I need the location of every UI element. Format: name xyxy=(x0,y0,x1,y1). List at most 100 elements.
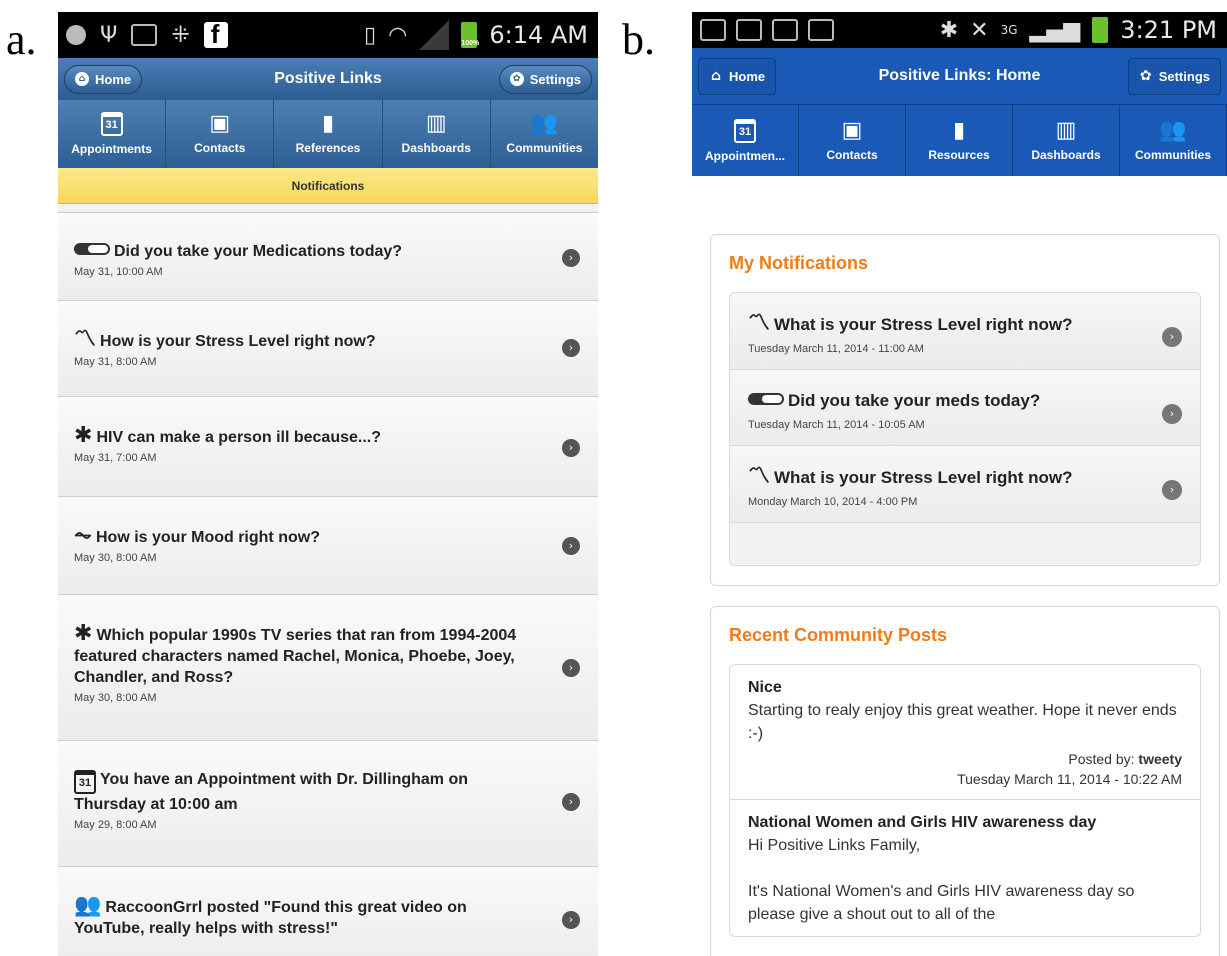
post-title: Nice xyxy=(748,679,782,696)
phone-screen-b: ✱ ✕ 3G ▂▄▆ 3:21 PM ⌂ Home Positive Links… xyxy=(692,12,1227,956)
chevron-right-icon: › xyxy=(1162,480,1182,500)
notification-list: 〽 What is your Stress Level right now? Tu… xyxy=(729,292,1201,566)
item-date: Monday March 10, 2014 - 4:00 PM xyxy=(748,496,918,508)
people-icon: 👥 xyxy=(530,111,559,136)
item-title: 👥 RaccoonGrrl posted "Found this great vi… xyxy=(74,893,467,938)
list-item[interactable]: 〽 What is your Stress Level right now? Mo… xyxy=(730,446,1200,523)
contact-card-icon: ▣ xyxy=(209,111,231,136)
tab-appointments[interactable]: 31 Appointments xyxy=(58,100,167,168)
tab-resources[interactable]: ▮ Resources xyxy=(906,105,1013,176)
link-icon xyxy=(808,19,834,41)
post-list: Nice Starting to realy enjoy this great … xyxy=(729,664,1201,937)
signal-icon: ▂▄▆ xyxy=(1029,17,1081,43)
post-meta: Posted by: tweety Tuesday March 11, 2014… xyxy=(748,749,1182,789)
home-button-label: Home xyxy=(95,71,132,87)
list-item[interactable]: ✱ HIV can make a person ill because...? M… xyxy=(58,397,598,497)
network-icon: 3G xyxy=(1000,23,1018,37)
list-item[interactable]: 👥 RaccoonGrrl posted "Found this great vi… xyxy=(58,867,598,956)
post-item[interactable]: National Women and Girls HIV awareness d… xyxy=(730,800,1200,936)
notification-list: Did you take your Medications today? May… xyxy=(58,212,598,956)
list-item[interactable]: ✱ Which popular 1990s TV series that ran … xyxy=(58,595,598,741)
status-bar: ✱ ✕ 3G ▂▄▆ 3:21 PM xyxy=(692,12,1227,48)
tab-label: Resources xyxy=(928,147,990,162)
card-title: Recent Community Posts xyxy=(729,625,948,645)
list-item[interactable]: Did you take your Medications today? May… xyxy=(58,213,598,301)
book-icon: ▮ xyxy=(952,117,966,143)
settings-button[interactable]: ✿ Settings xyxy=(498,64,592,94)
home-button-label: Home xyxy=(729,68,766,84)
post-author[interactable]: tweety xyxy=(1138,751,1182,767)
tab-dashboards[interactable]: ▥ Dashboards xyxy=(1013,105,1120,176)
clock: 3:21 PM xyxy=(1120,16,1217,44)
notifications-header: Notifications xyxy=(58,168,598,204)
tab-label: Dashboards xyxy=(1031,147,1101,162)
app-header: ⌂ Home Positive Links: Home ✿ Settings xyxy=(692,48,1227,104)
mute-icon: ✕ xyxy=(970,17,989,43)
signal-icon xyxy=(419,20,450,50)
phone-screen-a: Ψ ⁜ ▯ ◠ 100% 6:14 AM ⌂ Home Positive Lin… xyxy=(58,12,598,956)
list-item[interactable]: 〽 What is your Stress Level right now? Tu… xyxy=(730,293,1200,370)
home-button[interactable]: ⌂ Home xyxy=(64,64,143,94)
notification-icon xyxy=(66,25,86,45)
bar-chart-icon: ▥ xyxy=(425,111,447,136)
post-body-continued: It's National Women's and Girls HIV awar… xyxy=(748,883,1135,923)
voicemail-icon xyxy=(772,19,798,41)
item-date: May 31, 7:00 AM xyxy=(74,452,157,464)
post-date: Tuesday March 11, 2014 - 10:22 AM xyxy=(957,771,1182,787)
tab-contacts[interactable]: ▣ Contacts xyxy=(166,100,275,168)
post-body: Hi Positive Links Family, xyxy=(748,837,921,854)
list-item[interactable]: 31 You have an Appointment with Dr. Dilli… xyxy=(58,741,598,867)
tab-contacts[interactable]: ▣ Contacts xyxy=(799,105,906,176)
tab-label: Contacts xyxy=(826,147,878,162)
battery-level: 100% xyxy=(461,40,480,47)
post-title: National Women and Girls HIV awareness d… xyxy=(748,814,1097,831)
app-header: ⌂ Home Positive Links ✿ Settings xyxy=(58,58,598,100)
tab-appointments[interactable]: 31 Appointmen... xyxy=(692,105,799,176)
item-date: May 30, 8:00 AM xyxy=(74,692,157,704)
chevron-right-icon: › xyxy=(562,249,580,267)
list-item[interactable]: 〽 How is your Stress Level right now? May… xyxy=(58,301,598,397)
notifications-card: My Notifications 〽 What is your Stress Le… xyxy=(710,234,1220,586)
card-title: My Notifications xyxy=(729,253,869,273)
settings-button[interactable]: ✿ Settings xyxy=(1127,57,1221,95)
tab-label: Communities xyxy=(1134,147,1211,162)
chevron-right-icon: › xyxy=(562,339,580,357)
stress-graph-icon: 〽 xyxy=(748,464,771,489)
tab-communities[interactable]: 👥 Communities xyxy=(1120,105,1227,176)
bar-chart-icon: ▥ xyxy=(1055,117,1077,143)
people-icon: 👥 xyxy=(1159,117,1187,143)
tab-references[interactable]: ▮ References xyxy=(274,100,383,168)
chevron-right-icon: › xyxy=(562,439,580,457)
settings-button-label: Settings xyxy=(1158,68,1210,84)
stress-graph-icon: 〽 xyxy=(74,327,97,352)
list-item[interactable]: Did you take your meds today? Tuesday Ma… xyxy=(730,370,1200,446)
clock: 6:14 AM xyxy=(489,21,588,49)
status-bar: Ψ ⁜ ▯ ◠ 100% 6:14 AM xyxy=(58,12,598,58)
home-button[interactable]: ⌂ Home xyxy=(698,57,777,95)
mail-icon xyxy=(736,19,762,41)
item-title: 31 You have an Appointment with Dr. Dilli… xyxy=(74,770,469,813)
usb-icon: Ψ xyxy=(100,22,118,48)
puzzle-icon: ✱ xyxy=(74,423,93,448)
toggle-icon xyxy=(74,243,110,255)
item-title: Did you take your meds today? xyxy=(748,390,1140,411)
wifi-icon: ◠ xyxy=(388,22,408,48)
post-body: Starting to realy enjoy this great weath… xyxy=(748,702,1177,742)
people-icon: 👥 xyxy=(74,893,102,918)
list-item[interactable]: ⏦ How is your Mood right now? May 30, 8:0… xyxy=(58,497,598,595)
post-item[interactable]: Nice Starting to realy enjoy this great … xyxy=(730,665,1200,800)
battery-icon xyxy=(1092,17,1109,43)
fitbit-icon: ⁜ xyxy=(171,22,190,48)
tab-label: Appointmen... xyxy=(705,148,785,163)
battery-icon: 100% xyxy=(461,22,480,48)
tab-dashboards[interactable]: ▥ Dashboards xyxy=(383,100,491,168)
tab-communities[interactable]: 👥 Communities xyxy=(491,100,598,168)
calendar-icon: 31 xyxy=(74,770,96,794)
gear-icon: ✿ xyxy=(1139,68,1152,84)
tab-label: Dashboards xyxy=(401,141,471,155)
item-date: May 30, 8:00 AM xyxy=(74,552,157,564)
item-title: 〽 What is your Stress Level right now? xyxy=(748,311,1073,336)
calendar-icon: 31 xyxy=(100,112,123,136)
item-title: ✱ Which popular 1990s TV series that ran … xyxy=(74,621,517,687)
item-title: ⏦ How is your Mood right now? xyxy=(74,523,320,548)
